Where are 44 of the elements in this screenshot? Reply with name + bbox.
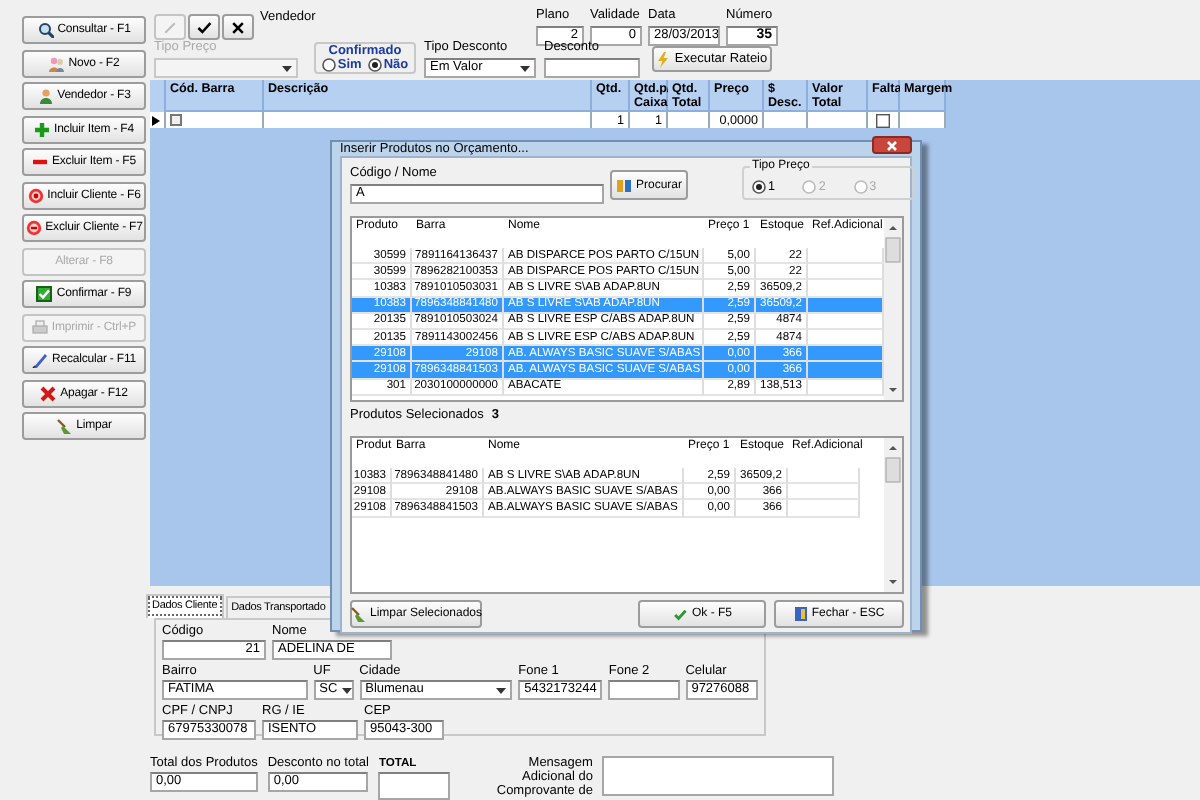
pencil-icon bbox=[162, 19, 178, 35]
target-icon bbox=[25, 220, 42, 236]
table-cell bbox=[788, 468, 860, 485]
dropdown-arrow-icon bbox=[337, 682, 352, 698]
lookup-icon[interactable] bbox=[170, 114, 182, 126]
dropdown-arrow-icon bbox=[278, 60, 296, 76]
dropdown-arrow-icon bbox=[492, 682, 511, 698]
minus-icon bbox=[32, 154, 48, 170]
search-icon bbox=[37, 22, 54, 38]
row-pointer-icon bbox=[152, 115, 160, 125]
radio-button[interactable] bbox=[367, 58, 382, 72]
close-icon bbox=[886, 139, 898, 151]
total-field bbox=[378, 772, 451, 800]
close-button[interactable] bbox=[872, 136, 912, 154]
pen-icon bbox=[32, 352, 48, 368]
table-cell bbox=[788, 484, 860, 501]
checkbox[interactable] bbox=[876, 113, 890, 127]
lightning-icon bbox=[656, 51, 671, 67]
dropdown-arrow-icon bbox=[516, 60, 534, 76]
table-cell bbox=[668, 112, 710, 128]
person-icon bbox=[37, 88, 54, 104]
message-field[interactable] bbox=[602, 756, 835, 796]
check-icon bbox=[671, 607, 688, 621]
scrollbar[interactable] bbox=[884, 438, 902, 592]
text-field[interactable] bbox=[608, 680, 680, 700]
close-icon bbox=[230, 19, 246, 35]
plus-icon bbox=[34, 121, 50, 137]
table-cell bbox=[788, 500, 860, 518]
scrollbar[interactable] bbox=[884, 218, 902, 400]
printer-icon bbox=[31, 319, 48, 335]
toolbar-button[interactable] bbox=[222, 14, 254, 40]
radio-button[interactable] bbox=[321, 58, 336, 72]
target-icon bbox=[27, 187, 44, 203]
broom-icon bbox=[56, 418, 73, 434]
discount-field[interactable] bbox=[544, 58, 640, 78]
check-icon bbox=[36, 286, 53, 302]
check-icon bbox=[196, 19, 212, 35]
broom-icon bbox=[349, 606, 366, 622]
toolbar-button[interactable] bbox=[188, 14, 220, 40]
door-icon bbox=[793, 606, 808, 622]
users-icon bbox=[48, 55, 65, 71]
x-icon bbox=[40, 385, 57, 401]
row-header-cell bbox=[150, 80, 166, 112]
radio-button[interactable] bbox=[752, 180, 767, 194]
